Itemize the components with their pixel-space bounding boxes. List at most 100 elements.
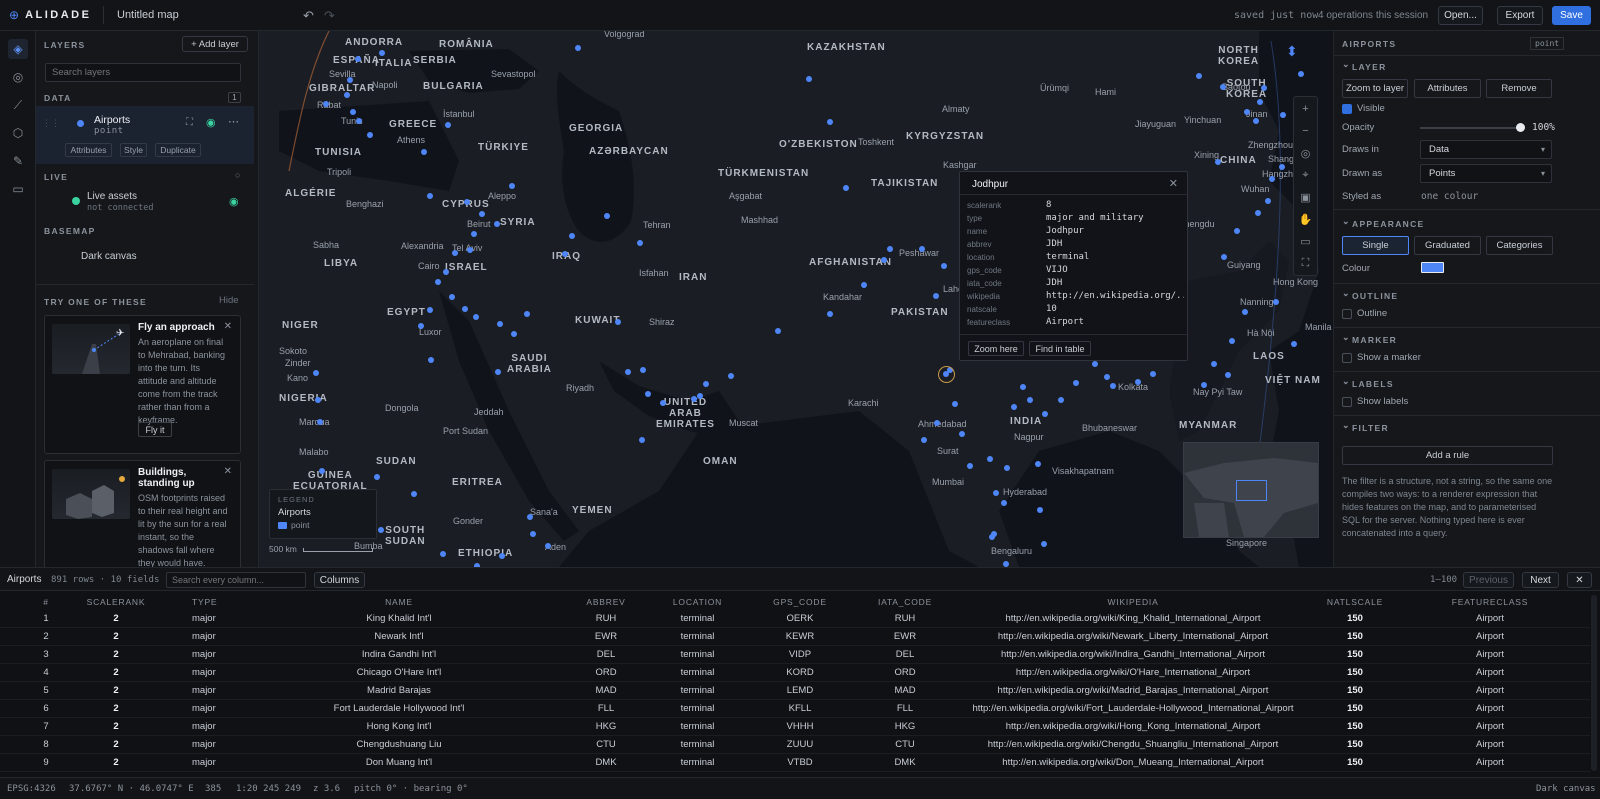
airport-point[interactable] (703, 381, 709, 387)
map-title[interactable]: Untitled map (117, 9, 179, 21)
lock-icon[interactable]: ▣ (1294, 187, 1317, 207)
basemap-name[interactable]: Dark canvas (81, 251, 137, 262)
opacity-slider-thumb[interactable] (1516, 123, 1525, 132)
labels-section-heading[interactable]: LABELS (1342, 376, 1394, 389)
chart-icon[interactable]: ⟋ (8, 95, 28, 115)
close-icon[interactable]: ✕ (1169, 177, 1178, 190)
airport-point[interactable] (1225, 372, 1231, 378)
close-table-icon[interactable]: ✕ (1567, 572, 1592, 588)
airport-point[interactable] (449, 294, 455, 300)
table-row[interactable]: 1 2 major King Khalid Int'l RUH terminal OERK R… (0, 610, 1590, 628)
airport-point[interactable] (967, 463, 973, 469)
airport-point[interactable] (562, 251, 568, 257)
show-labels-checkbox[interactable] (1342, 397, 1352, 407)
redo-icon[interactable]: ↷ (324, 8, 335, 24)
undo-icon[interactable]: ↶ (303, 8, 314, 24)
circle-icon[interactable]: ○ (235, 170, 240, 180)
cube-icon[interactable]: ⬡ (8, 123, 28, 143)
airport-point[interactable] (993, 490, 999, 496)
outline-checkbox[interactable] (1342, 309, 1352, 319)
zoom-extent-icon[interactable]: ⛶ (186, 117, 193, 128)
airport-point[interactable] (356, 118, 362, 124)
airport-point[interactable] (861, 282, 867, 288)
airport-point[interactable] (527, 514, 533, 520)
single-style-button[interactable]: Single (1342, 236, 1409, 255)
visible-checkbox[interactable] (1342, 104, 1352, 114)
airport-point[interactable] (991, 531, 997, 537)
map-canvas[interactable]: KAZAKHSTANROMÂNIAANDORRAESPAÑAITALIASERB… (259, 31, 1332, 567)
minimap-viewport[interactable] (1236, 480, 1267, 501)
airport-point[interactable] (691, 396, 697, 402)
table-row[interactable]: 2 2 major Newark Int'l EWR terminal KEWR EWR htt… (0, 628, 1590, 646)
airport-point[interactable] (1221, 254, 1227, 260)
airport-point[interactable] (921, 437, 927, 443)
airport-point[interactable] (440, 551, 446, 557)
zoom-here-button[interactable]: Zoom here (968, 341, 1024, 356)
column-header[interactable]: ABBREV (570, 597, 642, 607)
airport-point[interactable] (378, 527, 384, 533)
airport-point[interactable] (1092, 361, 1098, 367)
column-header[interactable]: NATLSCALE (1320, 597, 1390, 607)
airport-point[interactable] (1265, 198, 1271, 204)
visibility-eye-icon[interactable]: ◉ (206, 116, 216, 129)
airport-point[interactable] (545, 543, 551, 549)
column-header[interactable]: TYPE (192, 597, 262, 607)
airport-point[interactable] (317, 419, 323, 425)
airport-point[interactable] (1291, 341, 1297, 347)
find-in-table-button[interactable]: Find in table (1029, 341, 1091, 356)
airport-point[interactable] (934, 420, 940, 426)
airport-point[interactable] (1279, 164, 1285, 170)
airport-point[interactable] (374, 474, 380, 480)
airport-point[interactable] (1035, 461, 1041, 467)
airport-point[interactable] (1073, 380, 1079, 386)
marker-section-heading[interactable]: MARKER (1342, 332, 1397, 345)
airport-point[interactable] (427, 193, 433, 199)
airport-point[interactable] (952, 401, 958, 407)
airport-point[interactable] (421, 149, 427, 155)
table-scrollbar[interactable] (1591, 595, 1597, 771)
airport-point[interactable] (497, 321, 503, 327)
monitor-icon[interactable]: ▭ (1294, 231, 1317, 251)
column-header[interactable]: WIKIPEDIA (960, 597, 1306, 607)
airport-point[interactable] (443, 269, 449, 275)
table-row[interactable]: 8 2 major Chengdushuang Liu CTU terminal ZUUU C… (0, 736, 1590, 754)
column-header[interactable]: GPS_CODE (760, 597, 840, 607)
airport-point[interactable] (1261, 85, 1267, 91)
airport-point[interactable] (1269, 176, 1275, 182)
compass-north-icon[interactable]: ⬍ (1286, 43, 1298, 60)
airport-point[interactable] (827, 311, 833, 317)
columns-button[interactable]: Columns (314, 572, 365, 588)
graduated-style-button[interactable]: Graduated (1414, 236, 1481, 255)
airport-point[interactable] (479, 211, 485, 217)
airport-point[interactable] (1215, 159, 1221, 165)
table-row[interactable]: 6 2 major Fort Lauderdale Hollywood Int'l FL… (0, 700, 1590, 718)
colour-swatch[interactable] (1421, 262, 1444, 273)
add-layer-button[interactable]: + Add layer (182, 36, 248, 52)
table-row[interactable]: 3 2 major Indira Gandhi Int'l DEL terminal VID… (0, 646, 1590, 664)
airport-point[interactable] (1004, 465, 1010, 471)
airport-point[interactable] (427, 307, 433, 313)
airport-point[interactable] (1042, 411, 1048, 417)
overview-minimap[interactable] (1183, 442, 1319, 538)
airport-point[interactable] (418, 323, 424, 329)
airport-point[interactable] (367, 132, 373, 138)
save-button[interactable]: Save (1552, 6, 1591, 25)
airport-point[interactable] (1135, 379, 1141, 385)
airport-point[interactable] (1273, 299, 1279, 305)
table-row[interactable]: 9 2 major Don Muang Int'l DMK terminal VTBD DMK… (0, 754, 1590, 772)
airport-point[interactable] (660, 400, 666, 406)
layer-section-heading[interactable]: LAYER (1342, 59, 1387, 72)
airport-point[interactable] (1104, 374, 1110, 380)
previous-page-button[interactable]: Previous (1463, 572, 1514, 588)
airport-point[interactable] (827, 119, 833, 125)
airport-point[interactable] (462, 306, 468, 312)
table-row[interactable]: 5 2 major Madrid Barajas MAD terminal LEMD MAD h… (0, 682, 1590, 700)
airport-point[interactable] (350, 109, 356, 115)
airport-point[interactable] (511, 331, 517, 337)
airport-point[interactable] (1020, 384, 1026, 390)
airport-point[interactable] (1211, 361, 1217, 367)
airport-point[interactable] (464, 199, 470, 205)
live-visibility-icon[interactable]: ◉ (229, 195, 239, 208)
live-layer-name[interactable]: Live assets (87, 191, 137, 202)
airport-point[interactable] (575, 45, 581, 51)
